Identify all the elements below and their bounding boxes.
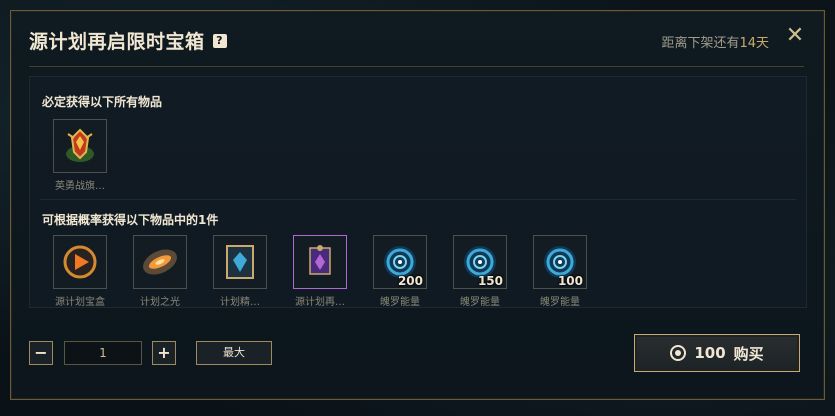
chance-item[interactable]: 200 魄罗能量: [372, 235, 428, 308]
modal-title-text: 源计划再启限时宝箱: [29, 31, 205, 53]
chance-item[interactable]: 源计划再…: [292, 235, 348, 308]
item-label: 源计划再…: [295, 297, 345, 308]
item-slot: [53, 119, 107, 173]
guaranteed-section-title: 必定获得以下所有物品: [42, 95, 163, 109]
modal-title: 源计划再启限时宝箱 ?: [29, 27, 227, 54]
item-quantity: 150: [477, 274, 503, 288]
chance-section-title: 可根据概率获得以下物品中的1件: [42, 213, 219, 227]
chance-item[interactable]: 计划之光: [132, 235, 188, 308]
title-divider: [29, 66, 804, 67]
item-slot: [293, 235, 347, 289]
item-label: 源计划宝盒: [55, 297, 105, 308]
max-quantity-button[interactable]: 最大: [196, 341, 272, 365]
section-divider: [40, 199, 796, 200]
item-slot: [53, 235, 107, 289]
help-icon[interactable]: ?: [212, 33, 227, 48]
increase-quantity-button[interactable]: +: [152, 341, 176, 365]
item-label: 魄罗能量: [460, 297, 500, 308]
emblem-icon: [226, 245, 254, 279]
item-quantity: 200: [397, 274, 423, 288]
banner-icon: [66, 128, 94, 162]
close-icon[interactable]: ✕: [784, 25, 806, 47]
rewards-panel: 必定获得以下所有物品 英勇战旗… 可根据概率获得以下物品中的1件 源计划宝盒 计…: [29, 76, 807, 308]
chance-item[interactable]: 150 魄罗能量: [452, 235, 508, 308]
expire-notice: 距离下架还有14天: [661, 32, 769, 51]
item-slot: [213, 235, 267, 289]
item-slot: 150: [453, 235, 507, 289]
quantity-input[interactable]: 1: [64, 341, 142, 365]
item-label: 英勇战旗…: [55, 181, 105, 192]
item-label: 计划之光: [140, 297, 180, 308]
item-label: 计划精…: [220, 297, 260, 308]
epic-item-icon: [309, 245, 331, 275]
chest-modal: 源计划再启限时宝箱 ? 距离下架还有14天 ✕ 必定获得以下所有物品 英勇战旗……: [10, 10, 825, 400]
expire-prefix: 距离下架还有: [661, 36, 740, 51]
buy-price: 100: [694, 344, 726, 362]
item-label: 魄罗能量: [380, 297, 420, 308]
guaranteed-item[interactable]: 英勇战旗…: [52, 119, 108, 192]
light-icon: [143, 249, 177, 275]
chance-item[interactable]: 100 魄罗能量: [532, 235, 588, 308]
chance-item[interactable]: 源计划宝盒: [52, 235, 108, 308]
buy-button[interactable]: 100 购买: [634, 334, 800, 372]
decrease-quantity-button[interactable]: −: [29, 341, 53, 365]
item-slot: [133, 235, 187, 289]
buy-label: 购买: [733, 344, 764, 363]
item-label: 魄罗能量: [540, 297, 580, 308]
chance-item[interactable]: 计划精…: [212, 235, 268, 308]
item-slot: 200: [373, 235, 427, 289]
expire-days: 14天: [739, 36, 769, 51]
currency-icon: [670, 345, 687, 361]
chest-icon: [63, 245, 97, 279]
item-quantity: 100: [557, 274, 583, 288]
item-slot: 100: [533, 235, 587, 289]
